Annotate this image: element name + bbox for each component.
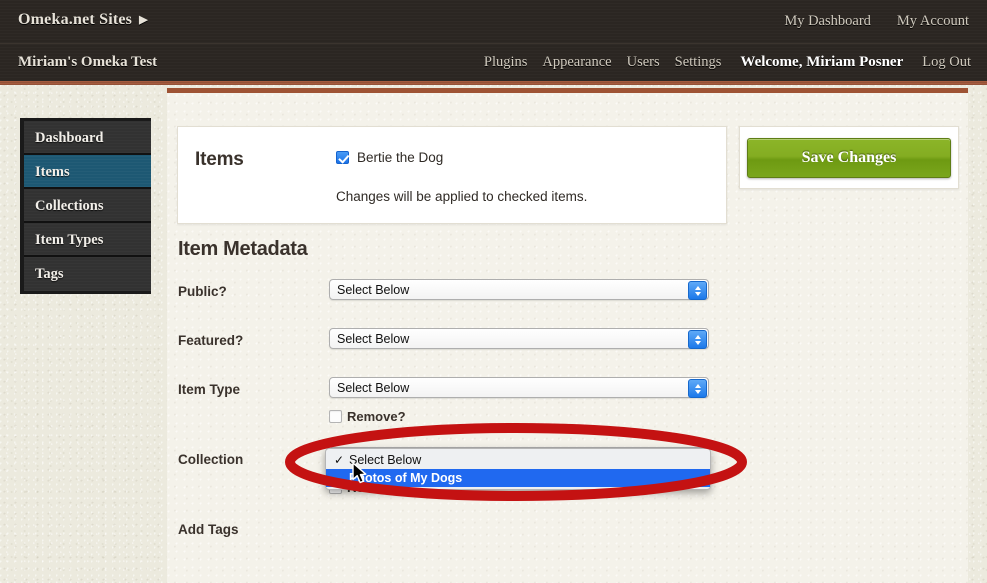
select-public[interactable]: Select Below — [329, 279, 709, 300]
label-add-tags: Add Tags — [178, 522, 239, 537]
remove-row-item-type[interactable]: Remove? — [329, 409, 406, 424]
dropdown-option-select-below[interactable]: ✓ Select Below — [326, 451, 710, 469]
dropdown-option-label: Select Below — [349, 453, 421, 467]
remove-label-item-type: Remove? — [347, 409, 406, 424]
select-item-type[interactable]: Select Below — [329, 377, 709, 398]
link-my-account[interactable]: My Account — [897, 13, 969, 30]
select-featured-value: Select Below — [330, 332, 409, 346]
items-apply-hint: Changes will be applied to checked items… — [336, 189, 587, 204]
content-panel: Items Bertie the Dog Changes will be app… — [167, 88, 968, 583]
select-item-type-value: Select Below — [330, 381, 409, 395]
item-metadata-heading: Item Metadata — [178, 238, 307, 261]
nav-users[interactable]: Users — [627, 54, 660, 71]
save-changes-button[interactable]: Save Changes — [747, 138, 951, 178]
label-item-type: Item Type — [178, 382, 240, 397]
remove-checkbox-item-type[interactable] — [329, 410, 342, 423]
nav-log-out[interactable]: Log Out — [922, 54, 971, 71]
item-checkbox-bertie[interactable] — [336, 151, 349, 164]
checkmark-icon: ✓ — [334, 451, 344, 469]
admin-main-nav: Plugins Appearance Users Settings Welcom… — [484, 54, 971, 71]
collection-dropdown-popup[interactable]: ✓ Select Below Photos of My Dogs — [325, 448, 711, 490]
link-my-dashboard[interactable]: My Dashboard — [784, 13, 871, 30]
label-collection: Collection — [178, 452, 243, 467]
site-title[interactable]: Miriam's Omeka Test — [18, 54, 157, 71]
items-box-heading: Items — [195, 149, 244, 171]
global-account-links: My Dashboard My Account — [784, 13, 969, 30]
sidebar-item-item-types[interactable]: Item Types — [24, 223, 151, 257]
stepper-arrows-icon[interactable] — [688, 281, 707, 300]
brand-label: Omeka.net Sites — [18, 11, 132, 29]
top-header: Omeka.net Sites ▶ My Dashboard My Accoun… — [0, 0, 987, 85]
nav-plugins[interactable]: Plugins — [484, 54, 528, 71]
sidebar-item-collections[interactable]: Collections — [24, 189, 151, 223]
items-summary-box: Items Bertie the Dog Changes will be app… — [177, 126, 727, 224]
label-public: Public? — [178, 284, 227, 299]
nav-settings[interactable]: Settings — [675, 54, 722, 71]
sidebar-nav: Dashboard Items Collections Item Types T… — [20, 118, 151, 294]
nav-appearance[interactable]: Appearance — [542, 54, 611, 71]
welcome-user-label: Welcome, Miriam Posner — [740, 54, 903, 71]
dropdown-option-label: Photos of My Dogs — [349, 471, 462, 485]
select-featured[interactable]: Select Below — [329, 328, 709, 349]
item-checkbox-row[interactable]: Bertie the Dog — [336, 150, 443, 165]
sidebar-item-tags[interactable]: Tags — [24, 257, 151, 291]
sidebar-item-dashboard[interactable]: Dashboard — [24, 121, 151, 155]
item-checkbox-label: Bertie the Dog — [357, 150, 443, 165]
stepper-arrows-icon[interactable] — [688, 379, 707, 398]
sidebar-item-items[interactable]: Items — [24, 155, 151, 189]
rust-accent-rule — [0, 81, 987, 85]
save-changes-box: Save Changes — [739, 126, 959, 189]
label-featured: Featured? — [178, 333, 243, 348]
stepper-arrows-icon[interactable] — [688, 330, 707, 349]
caret-right-icon: ▶ — [139, 15, 148, 26]
omeka-sites-brand[interactable]: Omeka.net Sites ▶ — [18, 11, 148, 29]
select-public-value: Select Below — [330, 283, 409, 297]
dropdown-option-photos-of-my-dogs[interactable]: Photos of My Dogs — [326, 469, 710, 487]
